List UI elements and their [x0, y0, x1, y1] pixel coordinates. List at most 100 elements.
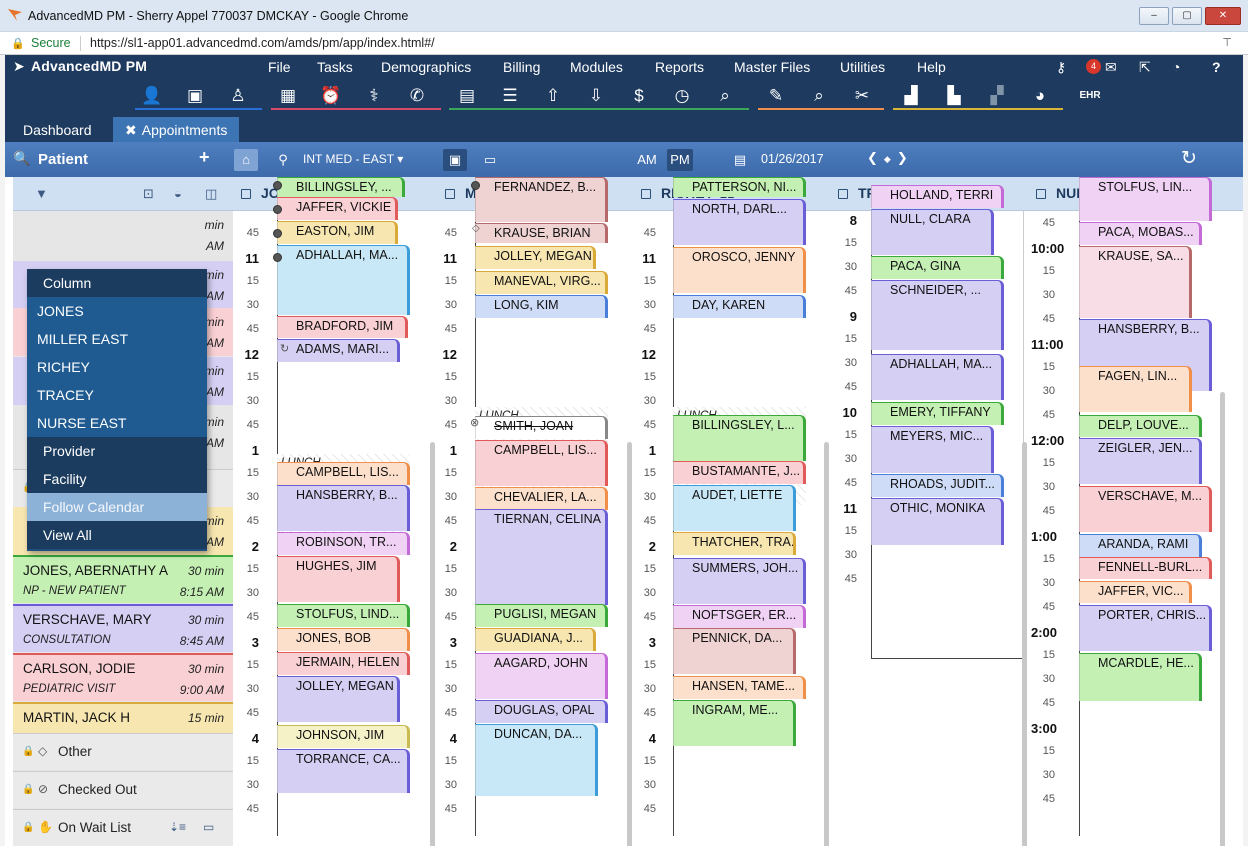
mail-icon[interactable]: ✉	[1105, 59, 1117, 76]
appointment-richey[interactable]: NOFTSGER, ER...	[673, 605, 806, 628]
provider-icon[interactable]: ⚕	[362, 85, 386, 107]
menu-reports[interactable]: Reports	[655, 59, 704, 75]
appointment-tracey[interactable]: NULL, CLARA	[871, 209, 994, 255]
appointment-miller[interactable]: DOUGLAS, OPAL	[475, 700, 608, 723]
collapse-icon[interactable]: ▭	[203, 820, 214, 834]
menu-billing[interactable]: Billing	[503, 59, 540, 75]
column-scrollbar[interactable]	[1220, 392, 1225, 846]
column-toggle-icon[interactable]	[445, 189, 455, 199]
appointment-miller[interactable]: GUADIANA, J...	[475, 628, 596, 651]
dropdown-column-option[interactable]: MILLER EAST	[27, 325, 207, 353]
patient-search-label[interactable]: Patient	[38, 151, 88, 168]
column-scrollbar[interactable]	[824, 442, 829, 846]
menu-demographics[interactable]: Demographics	[381, 59, 471, 75]
appointment-tracey[interactable]: RHOADS, JUDIT...	[871, 474, 1004, 497]
patient-card[interactable]: JONES, ABERNATHY A30 minNP - NEW PATIENT…	[13, 555, 233, 603]
appointment-nurse[interactable]: PACA, MOBAS...	[1079, 222, 1202, 245]
ehr-icon[interactable]: EHR	[1078, 85, 1102, 107]
refresh-icon[interactable]: ↻	[1181, 147, 1197, 170]
appointment-jones[interactable]: EASTON, JIM	[277, 221, 398, 244]
appointment-tracey[interactable]: HOLLAND, TERRI	[871, 185, 1004, 208]
tab-appointments[interactable]: ✖Appointments	[113, 117, 239, 142]
appointment-jones[interactable]: ADAMS, MARI...	[277, 339, 400, 362]
appointment-tracey[interactable]: ADHALLAH, MA...	[871, 354, 1004, 400]
tab-dashboard[interactable]: Dashboard	[11, 117, 104, 142]
appointment-miller[interactable]: CHEVALIER, LA...	[475, 487, 608, 510]
menu-master-files[interactable]: Master Files	[734, 59, 810, 75]
appointment-nurse[interactable]: ARANDA, RAMI	[1079, 534, 1202, 557]
appointment-jones[interactable]: JAFFER, VICKIE	[277, 197, 398, 220]
appointment-richey[interactable]: DAY, KAREN	[673, 295, 806, 318]
appointment-miller[interactable]: PUGLISI, MEGAN	[475, 604, 608, 627]
appointment-tracey[interactable]: MEYERS, MIC...	[871, 426, 994, 473]
appointment-tracey[interactable]: OTHIC, MONIKA	[871, 498, 1004, 545]
section-other[interactable]: 🔒◇Other	[13, 733, 233, 770]
phone-icon[interactable]: ✆	[405, 85, 429, 107]
maximize-button[interactable]: ▢	[1172, 7, 1202, 25]
key-icon[interactable]: ⚷	[1056, 59, 1066, 76]
appointment-nurse[interactable]: PORTER, CHRIS...	[1079, 605, 1212, 651]
menu-tasks[interactable]: Tasks	[317, 59, 353, 75]
appointment-richey[interactable]: OROSCO, JENNY	[673, 247, 806, 293]
date-navigation[interactable]: ❮◆❯	[867, 150, 914, 166]
alarm-icon[interactable]: ⏰	[319, 85, 343, 107]
pm-button[interactable]: PM	[667, 149, 693, 171]
column-toggle-icon[interactable]	[838, 189, 848, 199]
appointment-jones[interactable]: JERMAIN, HELEN	[277, 652, 410, 675]
date-picker[interactable]: 01/26/2017	[761, 152, 824, 166]
appointment-jones[interactable]: JONES, BOB	[277, 628, 410, 651]
add-patient-icon[interactable]: +	[199, 147, 210, 168]
panel-toggle-icon[interactable]: ◫	[205, 186, 217, 202]
patient-card[interactable]: MARTIN, JACK H15 min	[13, 702, 233, 734]
patient-billing-icon[interactable]: ♙	[226, 85, 250, 107]
appointment-richey[interactable]: THATCHER, TRA...	[673, 532, 796, 555]
appointment-richey[interactable]: BUSTAMANTE, J...	[673, 461, 806, 484]
dropdown-column-option[interactable]: RICHEY	[27, 353, 207, 381]
calendar-view-icon[interactable]: ▣	[443, 149, 467, 171]
dropdown-column-option[interactable]: NURSE EAST	[27, 409, 207, 437]
bar-chart-icon[interactable]: ▟	[899, 85, 923, 107]
hidden-card[interactable]: minAM	[13, 211, 233, 259]
appointment-miller[interactable]: AAGARD, JOHN	[475, 653, 608, 699]
appointment-miller[interactable]: JOLLEY, MEGAN	[475, 246, 596, 269]
appointment-richey[interactable]: PENNICK, DA...	[673, 628, 796, 674]
menu-help[interactable]: Help	[917, 59, 946, 75]
appointment-richey[interactable]: INGRAM, ME...	[673, 700, 796, 746]
appointment-miller[interactable]: SMITH, JOAN	[475, 416, 608, 439]
dropdown-follow-calendar[interactable]: Follow Calendar	[27, 493, 207, 521]
list-view-icon[interactable]: ▭	[480, 149, 500, 171]
appointment-miller[interactable]: DUNCAN, DA...	[475, 724, 598, 796]
menu-modules[interactable]: Modules	[570, 59, 623, 75]
menu-file[interactable]: File	[268, 59, 291, 75]
appointment-nurse[interactable]: FENNELL-BURL...	[1079, 557, 1212, 579]
appointment-jones[interactable]: BRADFORD, JIM	[277, 316, 408, 338]
appointment-miller[interactable]: FERNANDEZ, B...	[475, 177, 608, 222]
appointment-miller[interactable]: TIERNAN, CELINA	[475, 509, 608, 605]
column-toggle-icon[interactable]	[241, 189, 251, 199]
filter-icon[interactable]: ▼	[35, 186, 48, 201]
column-toggle-icon[interactable]	[1036, 189, 1046, 199]
appointment-jones[interactable]: CAMPBELL, LIS...	[277, 462, 410, 485]
appointment-miller[interactable]: KRAUSE, BRIAN	[475, 223, 608, 243]
dropdown-column-option[interactable]: JONES	[27, 297, 207, 325]
speedometer-icon[interactable]: ◔	[1172, 59, 1180, 75]
column-scrollbar[interactable]	[1022, 442, 1027, 846]
appointment-nurse[interactable]: FAGEN, LIN...	[1079, 366, 1192, 412]
section-on-wait-list[interactable]: 🔒✋On Wait List⇣≡▭	[13, 809, 233, 846]
edit-document-icon[interactable]: ✎	[764, 85, 788, 107]
address-bar[interactable]: 🔒 Secure https://sl1-app01.advancedmd.co…	[0, 32, 1248, 55]
date-calendar-icon[interactable]: ▤	[731, 149, 749, 171]
appointment-richey[interactable]: SUMMERS, JOH...	[673, 558, 806, 604]
appointment-jones[interactable]: BILLINGSLEY, ...	[277, 177, 405, 197]
appointment-miller[interactable]: CAMPBELL, LIS...	[475, 440, 608, 486]
appointment-nurse[interactable]: JAFFER, VIC...	[1079, 581, 1192, 603]
appointment-jones[interactable]: JOLLEY, MEGAN	[277, 676, 400, 722]
payment-download-icon[interactable]: ⇩	[584, 85, 608, 107]
tools-icon[interactable]: ✂	[850, 85, 874, 107]
facility-icon[interactable]: ⚲	[273, 149, 293, 171]
appointment-richey[interactable]: HANSEN, TAME...	[673, 676, 806, 699]
home-icon[interactable]: ⌂	[234, 149, 258, 171]
patient-card[interactable]: CARLSON, JODIE30 minPEDIATRIC VISIT9:00 …	[13, 653, 233, 701]
menu-utilities[interactable]: Utilities	[840, 59, 885, 75]
search-document-icon[interactable]: ⌕	[807, 85, 831, 107]
